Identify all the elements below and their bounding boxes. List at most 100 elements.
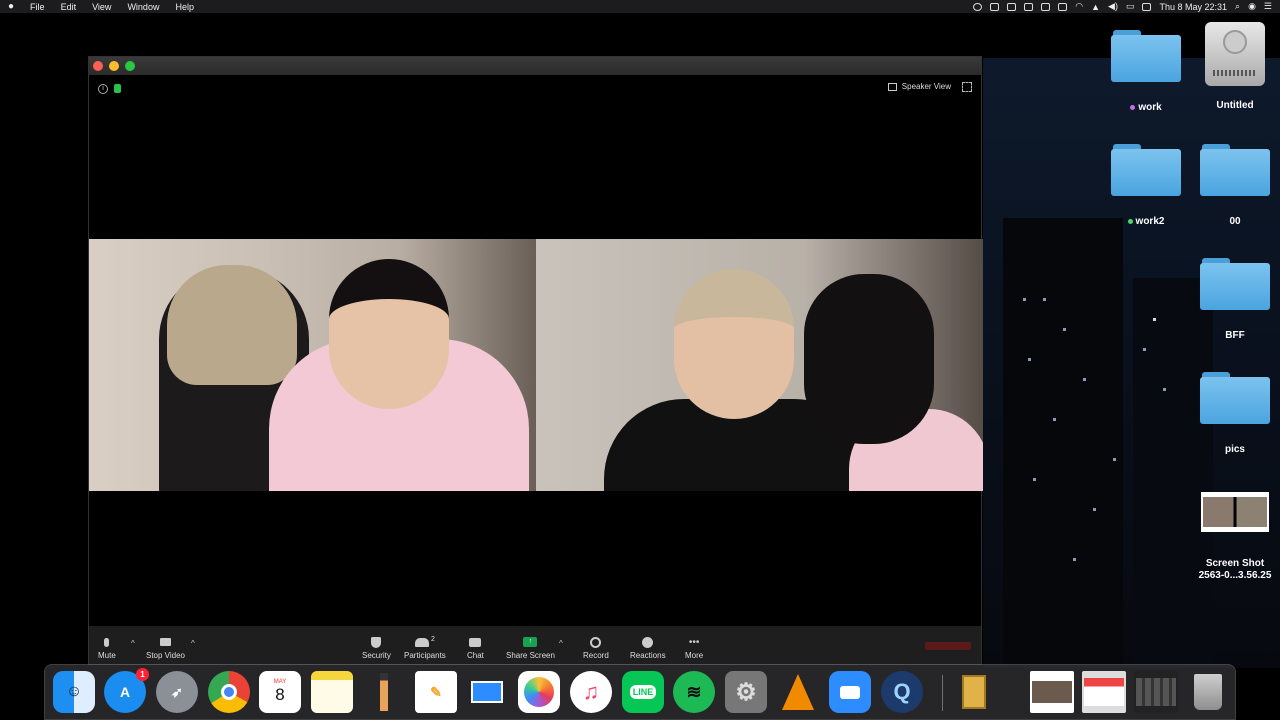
dock-launchpad[interactable]: ➶ xyxy=(156,671,198,713)
pages-icon: ✎ xyxy=(430,683,442,700)
speaker-view-toggle[interactable]: Speaker View xyxy=(887,82,951,91)
menu-file[interactable]: File xyxy=(22,2,53,12)
battery-icon[interactable] xyxy=(1058,2,1068,11)
video-options-chevron-icon[interactable]: ^ xyxy=(191,639,195,648)
cross-tool-icon[interactable] xyxy=(1007,2,1017,11)
desktop-screenshot-file[interactable]: Screen Shot 2563-0...3.56.25 xyxy=(1190,492,1280,582)
dock-minimized-window-1[interactable] xyxy=(1030,671,1074,713)
file-label: Screen Shot 2563-0...3.56.25 xyxy=(1198,558,1272,581)
green-tag-icon xyxy=(1127,219,1133,224)
security-button[interactable]: Security xyxy=(362,636,391,660)
dock-pages[interactable]: ✎ xyxy=(415,671,457,713)
folder-icon xyxy=(1200,144,1270,196)
volume-icon[interactable]: ◀) xyxy=(1108,1,1118,12)
participants-button[interactable]: 2 Participants xyxy=(404,636,446,660)
dock-photos[interactable] xyxy=(518,671,560,713)
dock-chrome[interactable] xyxy=(208,671,250,713)
record-button[interactable]: Record xyxy=(583,636,609,660)
dock: ☺ A 1 ➶ MAY 8 ✎ ♫ LINE ≋ ⚙ Q xyxy=(44,664,1236,720)
dock-zoom[interactable] xyxy=(829,671,871,713)
participant-hair xyxy=(167,265,297,385)
dock-finder[interactable]: ☺ xyxy=(53,671,95,713)
dock-line[interactable]: LINE xyxy=(622,671,664,713)
stop-video-button[interactable]: Stop Video xyxy=(146,636,185,660)
folder-label: BFF xyxy=(1225,330,1245,341)
window-thumbnail xyxy=(1084,678,1124,706)
folder-label: work xyxy=(1138,102,1162,113)
mute-button[interactable]: Mute xyxy=(98,636,116,660)
dock-quicktime[interactable]: Q xyxy=(881,671,923,713)
siri-icon[interactable]: ◉ xyxy=(1248,1,1256,12)
dock-trash[interactable] xyxy=(1187,671,1229,713)
keyboard-icon[interactable] xyxy=(1024,2,1034,11)
menu-window[interactable]: Window xyxy=(119,2,167,12)
menu-help[interactable]: Help xyxy=(167,2,202,12)
maximize-window-button[interactable] xyxy=(125,61,135,71)
folder-label: work2 xyxy=(1135,216,1165,227)
desktop-folder-pics[interactable]: pics xyxy=(1190,372,1280,455)
dock-separator xyxy=(942,675,943,711)
battery-level-icon[interactable]: ▭ xyxy=(1126,1,1135,12)
shield-icon xyxy=(369,636,383,648)
apple-menu-icon[interactable]: ● xyxy=(0,1,22,12)
dock-calendar[interactable]: MAY 8 xyxy=(259,671,301,713)
participants-count: 2 xyxy=(430,636,435,643)
dock-keynote[interactable] xyxy=(466,671,508,713)
more-button[interactable]: ••• More xyxy=(685,636,703,661)
window-icon[interactable] xyxy=(1041,2,1051,11)
record-icon xyxy=(589,636,603,648)
dock-notes[interactable] xyxy=(311,671,353,713)
desktop-folder-work2[interactable]: work2 xyxy=(1101,144,1191,227)
dock-pencil-app[interactable] xyxy=(363,671,405,713)
meeting-info-icon[interactable]: i xyxy=(98,84,108,94)
zoom-menubar-icon[interactable] xyxy=(990,2,1000,11)
dock-app-store[interactable]: A 1 xyxy=(104,668,149,713)
menu-edit[interactable]: Edit xyxy=(53,2,85,12)
fullscreen-icon[interactable] xyxy=(962,82,972,92)
chat-button[interactable]: Chat xyxy=(467,636,484,660)
dock-minimized-window-2[interactable] xyxy=(1082,671,1126,713)
line-icon: LINE xyxy=(629,685,657,699)
clock[interactable]: Thu 8 May 22:31 xyxy=(1159,2,1227,12)
gear-icon: ⚙ xyxy=(735,678,757,706)
dock-minimized-window-3[interactable] xyxy=(1134,671,1178,713)
status-icon[interactable] xyxy=(973,2,983,11)
desktop-folder-00[interactable]: 00 xyxy=(1190,144,1280,227)
screenshot-thumbnail xyxy=(1201,492,1269,532)
input-source-icon[interactable] xyxy=(1142,2,1152,11)
close-window-button[interactable] xyxy=(93,61,103,71)
music-note-icon: ♫ xyxy=(582,679,600,704)
dock-archive-utility[interactable] xyxy=(953,671,995,713)
dock-system-preferences[interactable]: ⚙ xyxy=(725,671,767,713)
hard-drive-icon xyxy=(1205,22,1265,86)
share-screen-button[interactable]: ↑ Share Screen xyxy=(506,636,555,660)
vlc-cone-icon xyxy=(782,674,814,710)
dock-spotify[interactable]: ≋ xyxy=(673,671,715,713)
reactions-button[interactable]: Reactions xyxy=(630,636,666,660)
desktop-folder-bff[interactable]: BFF xyxy=(1190,258,1280,341)
pencil-icon xyxy=(380,673,388,711)
grid-view-icon xyxy=(887,82,897,91)
share-options-chevron-icon[interactable]: ^ xyxy=(559,639,563,648)
notification-center-icon[interactable]: ☰ xyxy=(1264,1,1272,12)
audio-options-chevron-icon[interactable]: ^ xyxy=(131,639,135,648)
menu-view[interactable]: View xyxy=(84,2,119,12)
wifi-icon[interactable]: ◠ xyxy=(1075,1,1083,12)
finder-icon: ☺ xyxy=(65,683,83,700)
video-feed xyxy=(89,239,983,491)
title-bar[interactable] xyxy=(89,57,981,75)
trash-icon xyxy=(1194,674,1222,710)
spotlight-search-icon[interactable]: ⌕ xyxy=(1235,1,1240,12)
desktop-drive-untitled[interactable]: Untitled xyxy=(1190,22,1280,111)
folder-label: pics xyxy=(1224,444,1245,455)
zoom-meeting-window: i Speaker View Mute ^ Stop Video ^ Secur… xyxy=(88,56,983,665)
desktop-folder-work[interactable]: work xyxy=(1101,30,1191,113)
airplay-icon[interactable]: ▲ xyxy=(1091,2,1100,12)
minimize-window-button[interactable] xyxy=(109,61,119,71)
end-meeting-button[interactable] xyxy=(925,642,971,650)
archive-icon xyxy=(962,675,986,709)
dock-music[interactable]: ♫ xyxy=(570,671,612,713)
folder-icon xyxy=(1111,144,1181,196)
dock-vlc[interactable] xyxy=(777,671,819,713)
encryption-lock-icon[interactable] xyxy=(114,84,121,93)
